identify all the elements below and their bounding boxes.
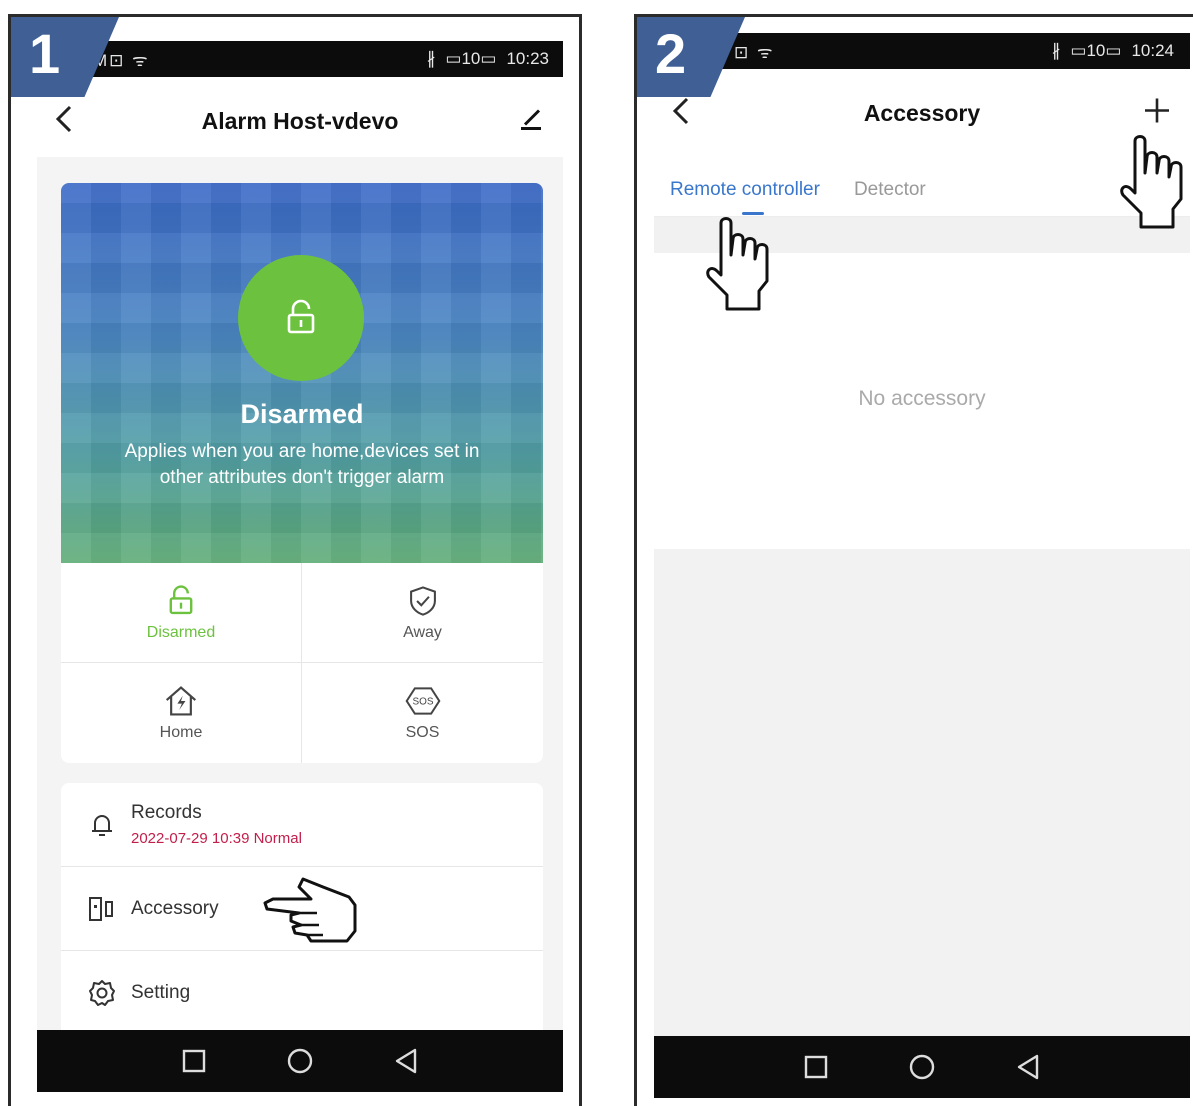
records-label: Records	[131, 802, 202, 823]
home-bolt-icon	[165, 686, 197, 716]
setting-item[interactable]: Setting	[61, 951, 543, 1035]
mode-label: Disarmed	[146, 623, 216, 641]
svg-text:SOS: SOS	[412, 697, 433, 708]
mode-home[interactable]: Home	[61, 663, 302, 763]
mode-label: Away	[403, 623, 442, 641]
records-item[interactable]: Records 2022-07-29 10:39 Normal	[61, 783, 543, 867]
mode-label: SOS	[405, 724, 440, 741]
mode-grid: Disarmed Away Home SOS SOS	[61, 563, 543, 763]
mode-disarmed[interactable]: Disarmed	[61, 563, 302, 663]
bluetooth-icon: ∦	[426, 49, 436, 68]
step-number: 2	[655, 22, 687, 85]
back-button[interactable]	[55, 100, 73, 142]
gear-icon	[89, 980, 115, 1006]
chevron-left-icon	[672, 97, 689, 125]
tab-label: Detector	[853, 178, 926, 200]
add-accessory-button[interactable]	[1142, 96, 1172, 131]
android-nav-bar	[654, 1036, 1190, 1098]
pointing-hand-icon	[1120, 135, 1183, 229]
door-sensor-icon	[89, 896, 113, 921]
unlock-icon	[287, 299, 315, 334]
edit-button[interactable]	[517, 105, 545, 138]
step-1-panel: 1 M⊡ ᯤ ∦ ▭10▭ 10:23 Alarm Host-vdevo Dis…	[8, 14, 582, 1106]
back-triangle-icon[interactable]	[394, 1048, 418, 1074]
unlock-icon	[169, 584, 193, 614]
tab-detector[interactable]: Detector	[854, 163, 926, 217]
disarm-toggle[interactable]	[238, 255, 364, 381]
page-title: Accessory	[863, 99, 981, 126]
battery-icon: ▭10▭	[445, 49, 497, 68]
step-number: 1	[29, 22, 61, 85]
accessory-item[interactable]: Accessory	[61, 867, 543, 951]
status-time: 10:24	[1131, 41, 1174, 60]
setting-label: Setting	[131, 982, 191, 1003]
content-area: Disarmed Applies when you are home,devic…	[37, 157, 563, 1033]
mode-sos[interactable]: SOS SOS	[302, 663, 543, 763]
records-latest: 2022-07-29 10:39 Normal	[131, 830, 302, 847]
status-time: 10:23	[506, 49, 549, 68]
blank-area	[654, 549, 1190, 1041]
android-nav-bar	[37, 1030, 563, 1092]
hero-status-description: Applies when you are home,devices set in…	[124, 441, 480, 488]
tab-remote-controller[interactable]: Remote controller	[670, 163, 820, 217]
plus-icon	[1145, 98, 1169, 123]
header: Alarm Host-vdevo	[37, 85, 563, 157]
mode-label: Home	[159, 724, 203, 741]
back-triangle-icon[interactable]	[1016, 1054, 1040, 1080]
pointing-hand-icon	[263, 877, 357, 943]
battery-icon: ▭10▭	[1070, 41, 1122, 60]
hero-status-title: Disarmed	[240, 399, 364, 429]
home-circle-icon[interactable]	[286, 1047, 314, 1075]
bluetooth-icon: ∦	[1051, 41, 1061, 60]
back-button[interactable]	[672, 92, 690, 134]
recents-icon[interactable]	[804, 1055, 828, 1079]
bell-icon	[92, 814, 112, 836]
status-bar: M⊡ ᯤ ∦ ▭10▭ 10:23	[37, 41, 563, 77]
shield-check-icon	[409, 585, 436, 616]
tab-bar: Remote controller Detector	[654, 163, 1190, 217]
header: Accessory	[654, 77, 1190, 149]
tab-label: Remote controller	[670, 178, 820, 200]
menu-list: Records 2022-07-29 10:39 Normal Accessor…	[61, 783, 543, 1033]
step-2-panel: 2 ⊡ ᯤ ∦ ▭10▭ 10:24 Accessory Remote cont…	[634, 14, 1193, 1106]
pointing-hand-icon	[706, 217, 769, 311]
empty-state-text: No accessory	[858, 387, 986, 410]
status-icons: ⊡ ᯤ	[734, 42, 775, 62]
mode-away[interactable]: Away	[302, 563, 543, 663]
edit-icon	[521, 109, 541, 130]
sos-icon: SOS	[405, 687, 440, 715]
recents-icon[interactable]	[182, 1049, 206, 1073]
page-title: Alarm Host-vdevo	[201, 107, 399, 134]
home-circle-icon[interactable]	[908, 1053, 936, 1081]
status-hero: Disarmed Applies when you are home,devic…	[61, 183, 543, 563]
chevron-left-icon	[55, 105, 72, 133]
accessory-label: Accessory	[131, 897, 219, 919]
